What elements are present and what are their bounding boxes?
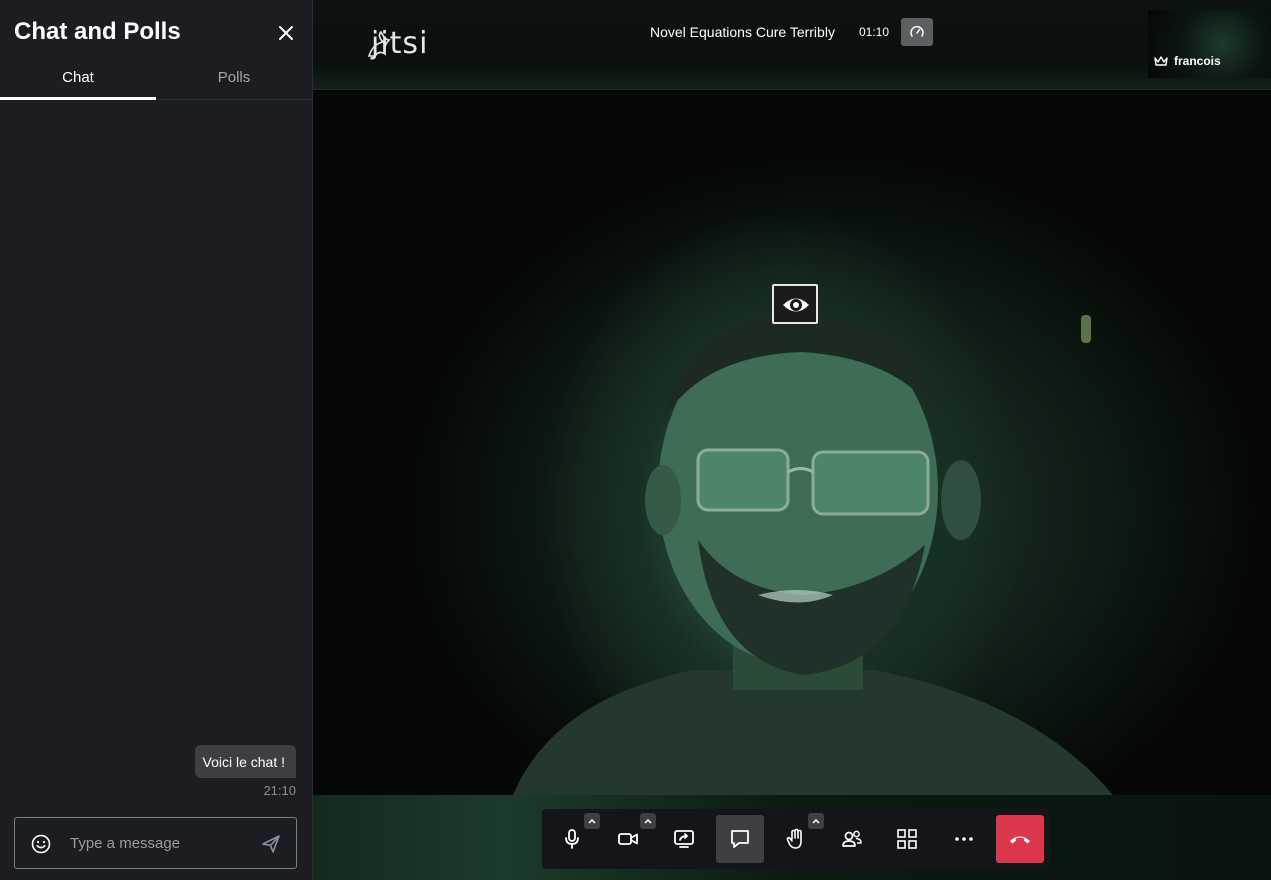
smiley-icon (31, 834, 51, 854)
conference-title: Novel Equations Cure Terribly (650, 24, 835, 40)
visibility-badge (772, 284, 818, 324)
chat-message-timestamp: 21:10 (263, 783, 296, 798)
more-options-button[interactable] (940, 815, 988, 863)
participant-video-frame (513, 314, 1113, 795)
chevron-up-icon (588, 818, 596, 824)
message-input[interactable] (70, 828, 250, 858)
chat-composer (14, 817, 297, 869)
chat-icon (731, 830, 749, 848)
chat-tabs: Chat Polls (0, 62, 312, 100)
camera-icon (618, 833, 638, 845)
conference-stage: jitsi Novel Equations Cure Terribly 01:1… (313, 0, 1271, 880)
chat-message: Voici le chat ! (194, 745, 296, 778)
raise-hand-icon (786, 828, 802, 849)
hangup-icon (1010, 836, 1030, 844)
close-chat-button[interactable] (274, 21, 298, 45)
screen-share-button[interactable] (660, 815, 708, 863)
sidebar-title: Chat and Polls (14, 18, 181, 45)
eye-icon (783, 298, 809, 312)
chat-sidebar: Chat and Polls Chat Polls Voici le chat … (0, 0, 313, 880)
top-bar: jitsi Novel Equations Cure Terribly 01:1… (313, 0, 1271, 90)
large-video[interactable] (313, 90, 1271, 795)
hangup-button[interactable] (996, 815, 1044, 863)
microphone-menu-arrow[interactable] (584, 813, 600, 829)
tab-chat[interactable]: Chat (0, 62, 156, 100)
more-options-icon (955, 837, 973, 841)
thumbnail-name-tag: francois (1154, 52, 1221, 70)
crown-icon (1154, 56, 1168, 66)
screen-share-icon (674, 830, 694, 848)
microphone-icon (565, 829, 579, 849)
participants-button[interactable] (828, 815, 876, 863)
participants-icon (842, 830, 862, 847)
jitsi-logo-text: jitsi (371, 26, 429, 61)
tab-polls[interactable]: Polls (156, 62, 312, 100)
emoji-button[interactable] (30, 833, 52, 855)
conference-toolbar (542, 809, 1050, 869)
close-icon (279, 26, 293, 40)
participant-thumbnail[interactable]: francois (1148, 10, 1271, 78)
send-button[interactable] (260, 833, 282, 855)
tile-view-button[interactable] (883, 815, 931, 863)
camera-menu-arrow[interactable] (640, 813, 656, 829)
conference-timer: 01:10 (859, 25, 890, 39)
send-icon (262, 835, 280, 853)
reactions-menu-arrow[interactable] (808, 813, 824, 829)
gauge-icon (910, 26, 924, 37)
connection-stats-button[interactable] (901, 18, 933, 46)
chevron-up-icon (812, 818, 820, 824)
participant-name: francois (1174, 54, 1221, 68)
chevron-up-icon (644, 818, 652, 824)
tile-view-icon (897, 829, 917, 849)
chat-button[interactable] (716, 815, 764, 863)
